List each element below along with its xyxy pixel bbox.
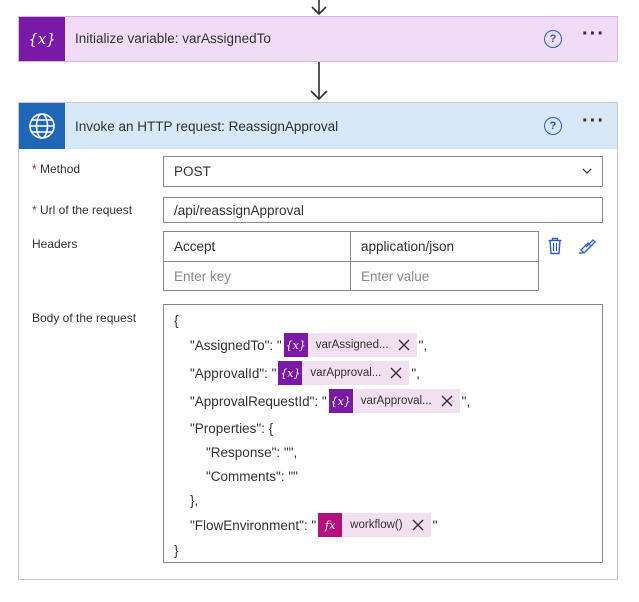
trash-icon[interactable]	[547, 237, 563, 255]
dynamic-token-varapprovalid[interactable]: {x} varApproval...	[278, 361, 410, 385]
connector-arrow	[310, 62, 328, 101]
expression-token-workflow[interactable]: fx workflow()	[318, 513, 431, 537]
svg-text:{x}: {x}	[28, 30, 56, 48]
new-header-value-input[interactable]: Enter value	[351, 262, 538, 291]
switch-text-mode-icon[interactable]	[578, 238, 596, 254]
body-label: Body of the request	[32, 311, 137, 325]
connector-arrow-top	[311, 0, 327, 16]
more-options-icon[interactable]: ···	[582, 23, 605, 46]
url-input[interactable]: /api/reassignApproval	[163, 197, 603, 223]
body-line-response: "Response": "",	[206, 444, 298, 460]
headers-label: Headers	[32, 237, 78, 251]
header-key-input[interactable]: Accept	[164, 232, 350, 261]
body-editor[interactable]: { "AssignedTo": " {x} varAssigned... ", …	[163, 304, 603, 563]
globe-icon	[19, 103, 65, 149]
more-options-icon[interactable]: ···	[582, 110, 605, 133]
body-line-assignedto: "AssignedTo": " {x} varAssigned... ",	[190, 332, 427, 358]
body-line-flowenvironment: "FlowEnvironment": " fx workflow() "	[190, 512, 437, 538]
card-header[interactable]: Invoke an HTTP request: ReassignApproval…	[19, 103, 617, 149]
body-close-brace: }	[174, 542, 179, 558]
body-line-approvalid: "ApprovalId": " {x} varApproval... ",	[190, 360, 420, 386]
variable-icon: {x}	[328, 389, 353, 413]
help-icon[interactable]: ?	[544, 117, 562, 135]
method-dropdown[interactable]: POST	[163, 156, 603, 187]
body-line-properties-open: "Properties": {	[190, 420, 274, 436]
header-value-input[interactable]: application/json	[351, 232, 538, 261]
method-value: POST	[174, 164, 211, 179]
body-line-approvalrequestid: "ApprovalRequestId": " {x} varApproval..…	[190, 388, 470, 414]
close-icon[interactable]	[411, 518, 425, 532]
body-open-brace: {	[174, 312, 179, 328]
expression-icon: fx	[318, 513, 343, 537]
card-title: Initialize variable: varAssignedTo	[75, 31, 271, 46]
dynamic-token-varapprovalrequestid[interactable]: {x} varApproval...	[328, 389, 460, 413]
variable-icon: {x}	[283, 333, 308, 357]
body-line-comments: "Comments": ""	[206, 468, 298, 484]
card-title: Invoke an HTTP request: ReassignApproval	[75, 119, 339, 134]
method-label: * Method	[32, 162, 81, 176]
body-line-properties-close: },	[190, 492, 199, 508]
dynamic-token-varassignedto[interactable]: {x} varAssigned...	[283, 333, 417, 357]
close-icon[interactable]	[440, 394, 454, 408]
variable-icon: {x}	[19, 17, 65, 61]
url-label: * Url of the request	[32, 203, 133, 217]
variable-icon: {x}	[278, 361, 303, 385]
chevron-down-icon	[582, 168, 592, 174]
new-header-key-input[interactable]: Enter key	[164, 262, 350, 291]
help-icon[interactable]: ?	[544, 30, 562, 48]
initialize-variable-card[interactable]: {x} Initialize variable: varAssignedTo ?…	[18, 16, 618, 62]
close-icon[interactable]	[389, 366, 403, 380]
close-icon[interactable]	[397, 338, 411, 352]
headers-table: Accept application/json Enter key Enter …	[163, 231, 539, 291]
